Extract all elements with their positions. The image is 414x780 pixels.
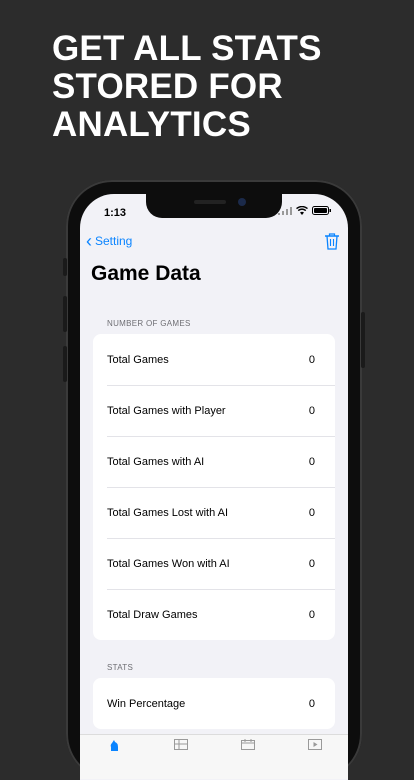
row-label: Win Percentage xyxy=(107,697,186,710)
row-value: 0 xyxy=(308,557,315,570)
front-camera xyxy=(238,198,246,206)
row-label: Total Games xyxy=(107,353,169,366)
row-value: 0 xyxy=(308,697,315,710)
silent-switch xyxy=(63,258,67,276)
table-row: Total Games with AI 0 xyxy=(93,436,335,487)
row-label: Total Games Lost with AI xyxy=(107,506,229,519)
battery-icon xyxy=(312,206,331,215)
phone-frame: 1:13 ‹ Setting Game Data NUMBER OF GAMES… xyxy=(63,180,365,780)
row-label: Total Games with Player xyxy=(107,404,226,417)
page-title: Game Data xyxy=(91,262,201,285)
row-label: Total Games with AI xyxy=(107,455,205,468)
table-row: Total Games with Player 0 xyxy=(93,385,335,436)
table-row: Total Draw Games 0 xyxy=(93,589,335,640)
calendar-icon xyxy=(240,739,255,750)
wifi-icon xyxy=(296,206,308,215)
row-value: 0 xyxy=(308,404,315,417)
table-row: Total Games Lost with AI 0 xyxy=(93,487,335,538)
phone-screen: 1:13 ‹ Setting Game Data NUMBER OF GAMES… xyxy=(80,194,348,780)
phone-notch xyxy=(146,194,282,218)
games-stats-group: Total Games 0 Total Games with Player 0 … xyxy=(93,334,335,640)
chevron-left-icon: ‹ xyxy=(86,231,92,251)
speaker-grille xyxy=(194,200,226,204)
status-icons xyxy=(278,206,332,215)
tab-play[interactable] xyxy=(307,739,323,751)
status-time: 1:13 xyxy=(104,207,127,219)
navigation-bar: ‹ Setting xyxy=(80,230,348,254)
board-icon xyxy=(173,739,188,750)
table-row: Total Games 0 xyxy=(93,334,335,385)
promo-headline: GET ALL STATS STORED FOR ANALYTICS xyxy=(52,29,322,144)
power-button xyxy=(361,312,365,368)
row-value: 0 xyxy=(308,506,315,519)
tab-board[interactable] xyxy=(173,739,189,751)
trash-icon[interactable] xyxy=(324,232,340,250)
volume-down-button xyxy=(63,346,67,382)
back-button-label: Setting xyxy=(95,234,133,248)
table-row: Win Percentage 0 xyxy=(93,678,335,729)
chess-knight-icon xyxy=(110,740,118,751)
row-label: Total Draw Games xyxy=(107,608,198,621)
play-icon xyxy=(307,739,322,750)
row-value: 0 xyxy=(308,455,315,468)
stats-group: Win Percentage 0 xyxy=(93,678,335,729)
row-value: 0 xyxy=(308,353,315,366)
tab-calendar[interactable] xyxy=(240,739,256,751)
section-header-stats: STATS xyxy=(107,663,134,672)
tab-bar xyxy=(80,734,348,779)
volume-up-button xyxy=(63,296,67,332)
row-label: Total Games Won with AI xyxy=(107,557,230,570)
back-button[interactable]: ‹ Setting xyxy=(86,231,133,251)
table-row: Total Games Won with AI 0 xyxy=(93,538,335,589)
row-value: 0 xyxy=(308,608,315,621)
tab-game[interactable] xyxy=(106,739,122,751)
section-header-games: NUMBER OF GAMES xyxy=(107,319,191,328)
